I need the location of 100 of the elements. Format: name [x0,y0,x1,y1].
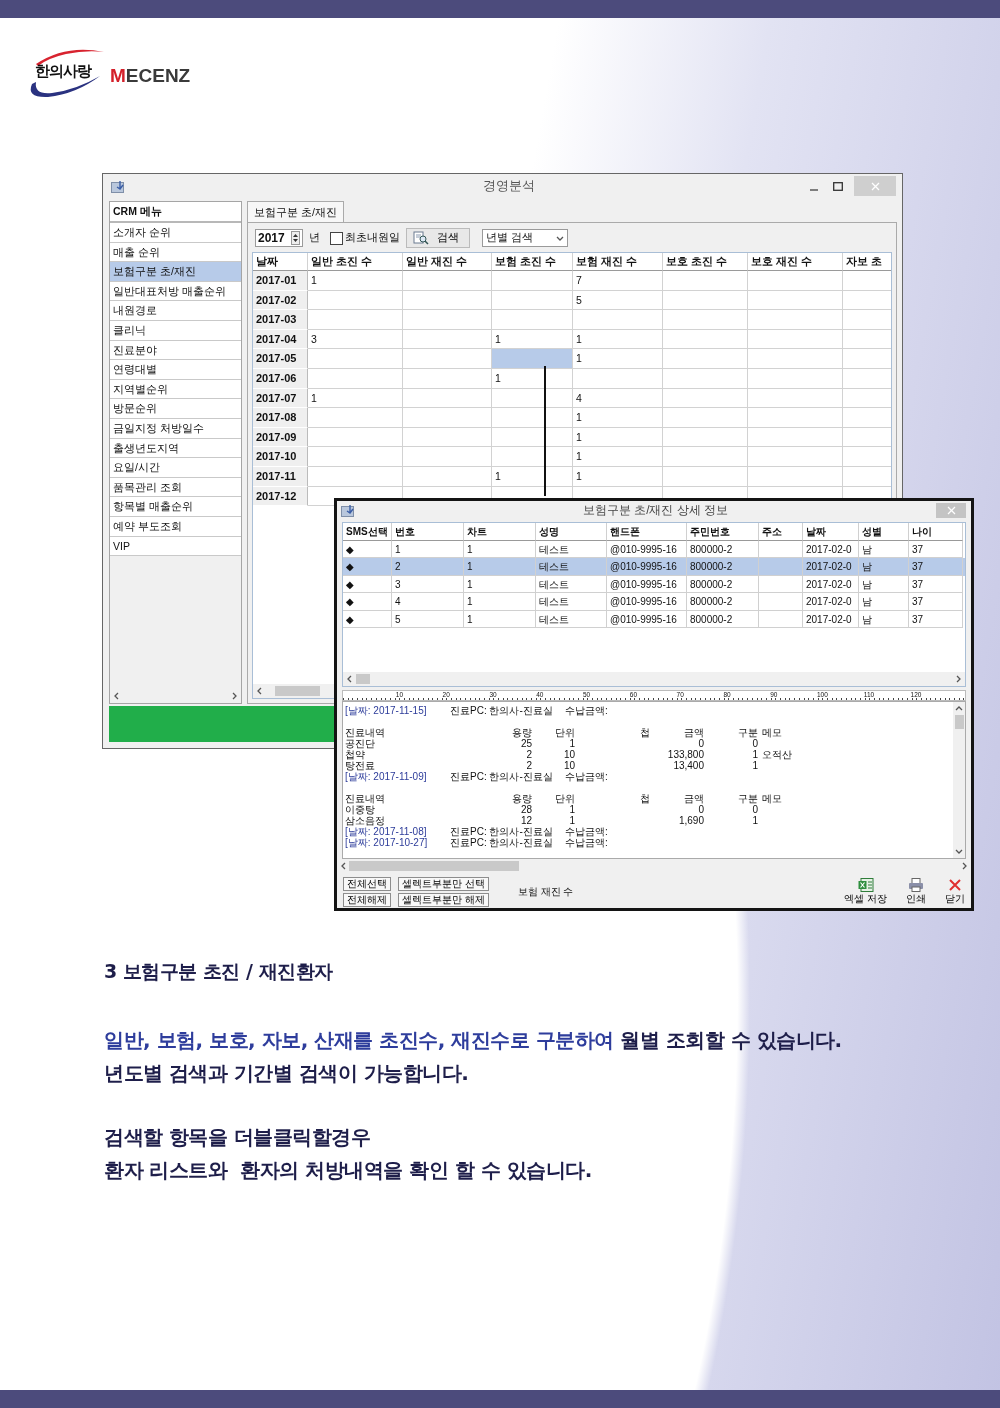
menu-item[interactable]: 클리닉 [110,320,241,341]
table-cell[interactable]: 1 [573,349,663,369]
table-cell[interactable]: 3 [308,329,403,350]
table-cell[interactable] [663,329,748,350]
table-cell[interactable] [663,290,748,311]
scroll-thumb[interactable] [349,861,519,871]
table-cell[interactable] [308,408,403,428]
table-cell[interactable] [403,427,492,448]
table-cell[interactable]: 1 [308,388,403,409]
table-row[interactable]: ◆ 5 1 테스트 @010-9995-16 800000-2 2017-02-0 남 37 [343,610,965,628]
table-cell[interactable] [403,290,492,311]
table-cell[interactable] [403,329,492,350]
table-cell[interactable] [403,466,492,487]
tab[interactable]: 보험구분 초/재진 [247,201,344,222]
search-button[interactable]: 검색 [406,228,470,248]
menu-item[interactable]: 방문순위 [110,399,241,419]
table-cell[interactable]: 1 [573,329,663,350]
table-cell[interactable] [663,310,748,330]
menu-item[interactable]: 품목관리 조회 [110,477,241,498]
selection-button[interactable]: 셀렉트부분만 해제 [398,893,489,907]
menu-item[interactable]: 예약 부도조회 [110,516,241,537]
table-cell[interactable] [748,271,843,291]
table-cell[interactable] [748,427,843,448]
table-cell[interactable]: 1 [573,447,663,467]
period-dropdown[interactable]: 년별 검색 [482,229,568,247]
table-cell[interactable] [308,310,403,330]
table-cell[interactable] [748,388,843,409]
table-cell[interactable] [663,447,748,467]
table-cell[interactable] [748,310,843,330]
table-cell[interactable] [403,388,492,409]
select-all-button[interactable]: 전체해제 [343,893,391,907]
menu-item[interactable]: 항목별 매출순위 [110,497,241,517]
table-cell[interactable] [308,290,403,311]
table-cell[interactable]: 1 [308,271,403,291]
scroll-left-icon [113,692,120,700]
menu-item[interactable]: 지역별순위 [110,379,241,400]
print-button[interactable]: 인쇄 [906,878,926,906]
table-cell[interactable] [308,447,403,467]
table-cell[interactable]: 1 [573,427,663,448]
table-row[interactable]: ◆ 2 1 테스트 @010-9995-16 800000-2 2017-02-0 남 37 [343,558,965,576]
table-cell[interactable] [403,271,492,291]
close-button[interactable] [936,503,966,518]
scroll-thumb[interactable] [356,674,370,684]
table-cell[interactable] [663,271,748,291]
menu-item[interactable]: 금일지정 처방일수 [110,418,241,439]
table-cell[interactable] [308,466,403,487]
menu-item[interactable]: 출생년도지역 [110,438,241,459]
table-cell[interactable]: 1 [573,408,663,428]
selection-button[interactable]: 셀렉트부분만 선택 [398,877,489,891]
table-cell[interactable]: 7 [573,271,663,291]
table-cell[interactable] [308,349,403,369]
menu-item[interactable]: 보험구분 초/재진 [110,262,241,282]
vertical-scrollbar[interactable] [953,702,965,858]
first-visit-checkbox[interactable]: 최초내원일 [330,231,400,245]
menu-item[interactable]: 진료분야 [110,340,241,361]
table-row[interactable]: ◆ 4 1 테스트 @010-9995-16 800000-2 2017-02-0 남 37 [343,593,965,611]
menu-item[interactable]: VIP [110,536,241,557]
table-cell[interactable] [663,408,748,428]
table-cell[interactable] [748,447,843,467]
table-cell[interactable] [403,408,492,428]
table-cell[interactable] [573,310,663,330]
menu-item[interactable]: 내원경로 [110,301,241,321]
scroll-thumb[interactable] [275,686,320,696]
table-cell[interactable] [403,310,492,330]
table-cell[interactable] [492,349,573,369]
table-cell[interactable] [663,427,748,448]
table-cell[interactable]: 1 [573,466,663,487]
menu-item[interactable]: 일반대표처방 매출순위 [110,281,241,302]
table-cell[interactable] [663,349,748,369]
year-spinner[interactable]: 2017 [255,229,303,247]
table-cell[interactable] [748,368,843,389]
table-cell[interactable]: 4 [573,388,663,409]
table-cell[interactable] [308,368,403,389]
table-cell[interactable] [492,290,573,311]
menu-item[interactable]: 연령대별 [110,360,241,380]
table-cell[interactable] [748,408,843,428]
table-cell[interactable] [573,368,663,389]
table-cell[interactable] [403,368,492,389]
table-cell[interactable] [748,466,843,487]
select-all-button[interactable]: 전체선택 [343,877,391,891]
horizontal-scrollbar[interactable] [343,672,965,686]
excel-save-button[interactable]: 엑셀 저장 [844,878,887,906]
close-button[interactable]: 닫기 [945,878,965,906]
menu-item[interactable]: 요일/시간 [110,458,241,478]
table-cell[interactable] [308,427,403,448]
table-cell[interactable] [663,368,748,389]
table-cell[interactable] [748,290,843,311]
scroll-thumb[interactable] [954,715,964,729]
table-row[interactable]: ◆ 3 1 테스트 @010-9995-16 800000-2 2017-02-0 남 37 [343,575,965,593]
column-label: 메모 [761,793,783,804]
table-cell[interactable] [663,466,748,487]
table-cell[interactable] [748,329,843,350]
table-cell[interactable] [403,447,492,467]
menu-item[interactable]: 매출 순위 [110,242,241,263]
table-cell[interactable] [492,271,573,291]
table-cell[interactable] [492,310,573,330]
table-cell[interactable]: 5 [573,290,663,311]
table-cell[interactable] [748,349,843,369]
menu-item[interactable]: 소개자 순위 [110,223,241,243]
table-cell[interactable] [663,388,748,409]
